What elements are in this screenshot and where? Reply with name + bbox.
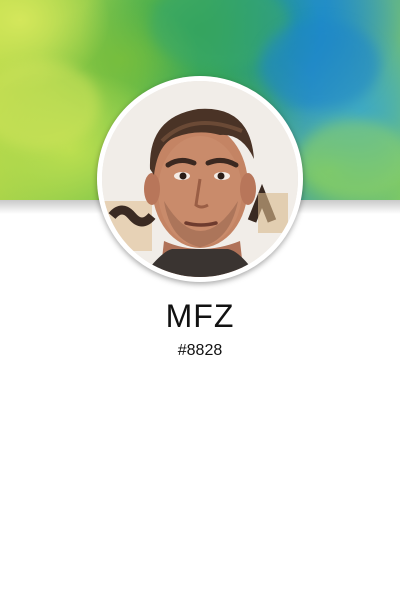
avatar-frame[interactable]	[97, 76, 303, 282]
user-tag: #8828	[177, 342, 223, 359]
avatar[interactable]	[102, 81, 298, 277]
profile-card: MFZ #8828	[0, 0, 400, 600]
display-name: MFZ	[165, 298, 235, 334]
user-avatar-icon	[102, 81, 298, 277]
